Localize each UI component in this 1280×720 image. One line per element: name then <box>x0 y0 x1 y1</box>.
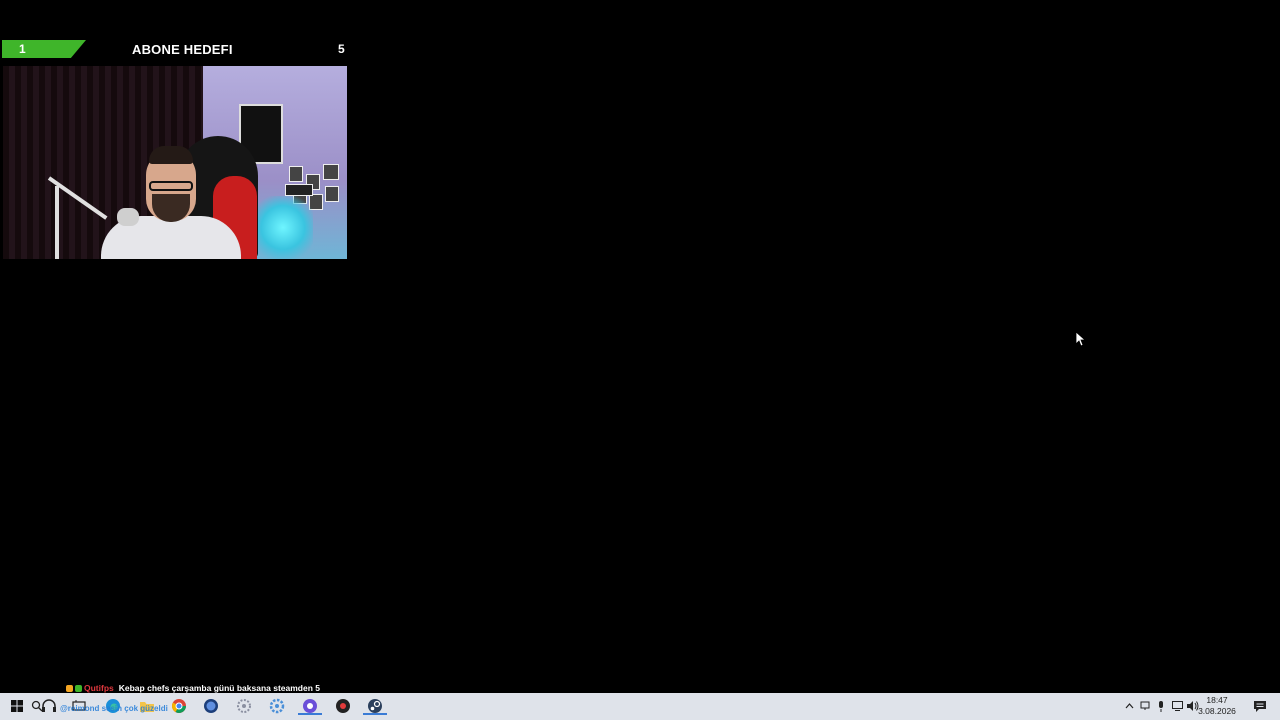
chat-badge-icon <box>75 684 82 692</box>
stream-canvas: 1 ABONE HEDEFI 5 Qutifps Kebap chefs çar… <box>0 0 1280 720</box>
active-app-indicator <box>298 713 322 715</box>
webcam-light-glow <box>253 196 313 259</box>
display-icon[interactable] <box>1170 699 1184 713</box>
network-icon[interactable] <box>1138 699 1152 713</box>
goal-current-count: 1 <box>19 42 26 56</box>
chevron-up-icon[interactable] <box>1122 699 1136 713</box>
webcam-poster <box>323 164 339 180</box>
steam-icon[interactable] <box>363 697 387 715</box>
webcam-streamer-hair <box>149 146 193 164</box>
webcam-streamer-glasses <box>149 181 193 191</box>
headset-icon[interactable] <box>40 697 58 715</box>
webcam-poster <box>289 166 303 182</box>
settings-app-icon[interactable] <box>235 697 253 715</box>
notification-center-icon[interactable] <box>1253 699 1267 713</box>
goal-target-count: 5 <box>338 42 345 56</box>
chat-username: Qutifps <box>84 683 114 693</box>
taskbar-clock[interactable]: 18:47 3.08.2026 <box>1194 695 1240 717</box>
mouse-cursor-icon <box>1076 332 1086 346</box>
webcam-poster <box>325 186 339 202</box>
clock-time: 18:47 <box>1206 695 1228 705</box>
record-app-icon[interactable] <box>334 697 352 715</box>
clock-date: 3.08.2026 <box>1198 706 1236 716</box>
obs-icon[interactable] <box>298 697 322 715</box>
active-app-indicator <box>363 713 387 715</box>
chat-text: Kebap chefs çarşamba günü baksana steamd… <box>118 683 320 693</box>
chat-badge-icon <box>66 684 73 692</box>
windows-taskbar: 18:47 3.08.2026 <box>0 693 1280 720</box>
windows-start-icon[interactable] <box>8 697 26 715</box>
chrome-icon[interactable] <box>170 697 188 715</box>
goal-progress-fill <box>2 40 86 58</box>
webcam-mic-stand <box>55 186 59 259</box>
stream-overlay-text: @reimond sesin çok güzeldi <box>60 704 168 713</box>
gear-app-icon[interactable] <box>268 697 286 715</box>
webcam-sign <box>285 184 313 196</box>
circle-app-icon[interactable] <box>202 697 220 715</box>
microphone-icon[interactable] <box>1154 699 1168 713</box>
webcam-microphone <box>117 208 139 226</box>
subscriber-goal-bar: 1 ABONE HEDEFI 5 <box>2 40 348 60</box>
goal-title: ABONE HEDEFI <box>132 42 233 57</box>
webcam-feed <box>3 66 347 259</box>
